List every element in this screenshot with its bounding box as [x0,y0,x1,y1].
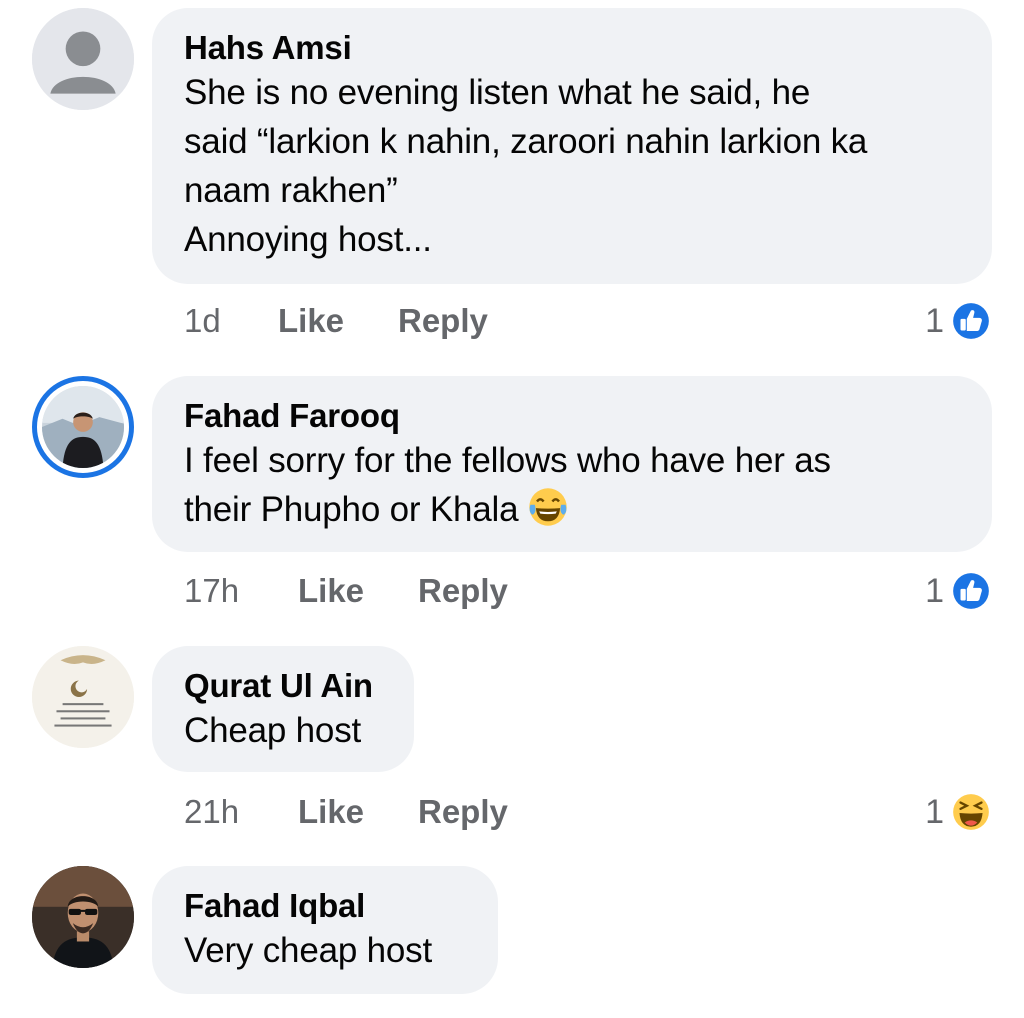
comment-timestamp[interactable]: 1d [184,302,278,340]
avatar[interactable] [32,646,134,748]
comment-timestamp[interactable]: 21h [184,793,298,831]
reply-button[interactable]: Reply [398,302,488,340]
comment-author[interactable]: Fahad Farooq [184,396,960,436]
like-reaction-icon [951,301,991,341]
comment-bubble: Fahad Farooq I feel sorry for the fellow… [152,376,992,552]
reaction-summary[interactable]: 1 [925,570,992,612]
profile-photo-image [42,386,124,468]
comment-actions: 17h Like Reply [184,572,508,610]
avatar[interactable] [32,8,134,110]
reaction-count: 1 [925,792,944,831]
like-button[interactable]: Like [298,572,418,610]
reaction-count: 1 [925,571,944,610]
profile-photo [42,386,124,468]
comment-text: their Phupho or Khala [184,490,519,529]
haha-reaction-icon [951,792,991,832]
avatar[interactable] [32,376,134,478]
reaction-summary[interactable]: 1 [925,300,992,342]
comment-text-line: Cheap host [184,711,362,750]
comment-text-line: Annoying host... [184,220,432,259]
comment-bubble: Qurat Ul Ain Cheap host [152,646,414,772]
comment-text-line: naam rakhen” [184,171,398,210]
avatar[interactable] [32,866,134,968]
comment-author[interactable]: Hahs Amsi [184,28,960,68]
reaction-count: 1 [925,301,944,340]
comment-actions: 21h Like Reply [184,793,508,831]
reply-button[interactable]: Reply [418,572,508,610]
comment-bubble: Fahad Iqbal Very cheap host [152,866,498,994]
comment-bubble: Hahs Amsi She is no evening listen what … [152,8,992,284]
like-reaction-icon [951,571,991,611]
comment-author[interactable]: Fahad Iqbal [184,886,466,926]
comment-author[interactable]: Qurat Ul Ain [184,666,382,706]
default-avatar-icon [32,8,134,110]
reaction-summary[interactable]: 1 [925,791,992,833]
profile-photo [32,646,134,748]
comment-text-line: I feel sorry for the fellows who have he… [184,441,831,480]
comment-text-line: their Phupho or Khala [184,485,960,534]
comment-text-line: She is no evening listen what he said, h… [184,73,811,112]
tears-of-joy-emoji [529,488,568,526]
profile-photo [32,866,134,968]
comment-timestamp[interactable]: 17h [184,572,298,610]
comment-text-line: said “larkion k nahin, zaroori nahin lar… [184,122,868,161]
like-button[interactable]: Like [298,793,418,831]
like-button[interactable]: Like [278,302,398,340]
comment-actions: 1d Like Reply [184,302,488,340]
reply-button[interactable]: Reply [418,793,508,831]
comment-text-line: Very cheap host [184,931,432,970]
